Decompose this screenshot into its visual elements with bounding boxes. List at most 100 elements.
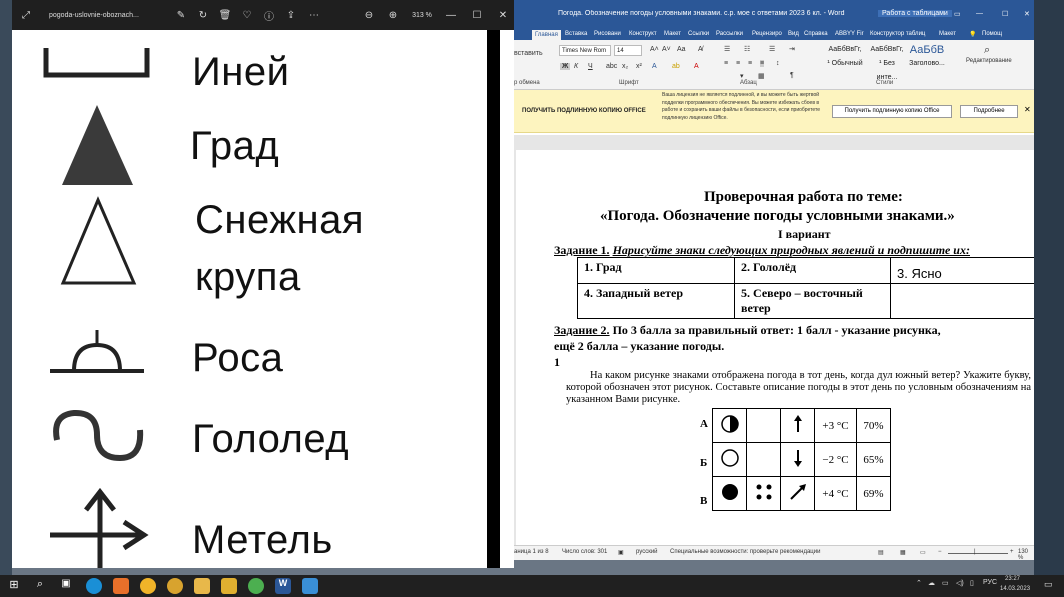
focus-icon[interactable]: ▤	[878, 549, 884, 556]
style-normal[interactable]: АаБбВвГг, ¹ Обычный	[826, 43, 864, 71]
clear-format-icon[interactable]: A̸	[698, 46, 703, 53]
zoom-slider[interactable]	[948, 553, 1008, 554]
zoom-in-button[interactable]: +	[1010, 549, 1014, 555]
favorite-icon[interactable]: ♡	[240, 0, 254, 30]
zoom-out-icon[interactable]: ⊖	[362, 0, 376, 30]
change-case-icon[interactable]: Aa	[677, 46, 686, 53]
word-maximize-icon[interactable]: ☐	[1002, 10, 1008, 18]
table1-cell[interactable]: 4. Западный ветер	[577, 283, 735, 319]
underline-icon[interactable]: Ч	[588, 63, 593, 70]
ribbon-display-icon[interactable]: ▭	[954, 10, 961, 18]
paste-button[interactable]: вставить	[514, 50, 543, 57]
status-page[interactable]: аница 1 из 8	[514, 549, 549, 555]
share-icon[interactable]: ⇪	[284, 0, 298, 30]
print-layout-icon[interactable]: ▦	[900, 549, 906, 556]
numbering-icon[interactable]: ☷	[744, 45, 750, 53]
status-words[interactable]: Число слов: 301	[562, 549, 607, 555]
edit-icon[interactable]: ✎	[174, 0, 188, 30]
edge-icon[interactable]	[86, 578, 102, 594]
strikethrough-icon[interactable]: abc	[606, 63, 617, 70]
tab-references[interactable]: Ссылки	[688, 31, 709, 37]
proofing-icon[interactable]: ▣	[618, 549, 624, 556]
cloud-icon[interactable]: ☁	[928, 579, 935, 587]
maximize-icon[interactable]: ☐	[470, 0, 484, 30]
minimize-icon[interactable]: —	[444, 0, 458, 30]
table1-cell[interactable]: 1. Град	[577, 257, 735, 284]
pilcrow-icon[interactable]: ¶	[790, 72, 794, 79]
notifications-icon[interactable]: ▭	[1044, 579, 1053, 590]
italic-icon[interactable]: К	[574, 63, 578, 70]
network-icon[interactable]: ▭	[942, 579, 949, 587]
multilevel-list-icon[interactable]: ☰	[769, 45, 775, 53]
font-size-box[interactable]: 14	[614, 45, 642, 56]
app-icon-2[interactable]	[140, 578, 156, 594]
word-minimize-icon[interactable]: —	[976, 10, 983, 17]
style-no-spacing[interactable]: АаБбВвГг, ¹ Без инте...	[868, 43, 906, 81]
table1-cell[interactable]: 2. Гололёд	[734, 257, 891, 284]
help-search[interactable]: Помощ	[982, 31, 1002, 37]
style-heading[interactable]: АаБбВ Заголово...	[908, 43, 946, 71]
status-accessibility[interactable]: Специальные возможности: проверьте реком…	[670, 549, 820, 555]
zoom-out-button[interactable]: −	[938, 549, 942, 555]
windows-start-icon[interactable]: ⊞	[6, 578, 22, 594]
chrome-icon[interactable]	[248, 578, 264, 594]
chevron-up-icon[interactable]: ⌃	[916, 579, 922, 587]
photos-icon[interactable]	[302, 578, 318, 594]
tab-layout[interactable]: Макет	[664, 31, 681, 37]
line-spacing-icon[interactable]: ↕	[776, 60, 780, 67]
tab-design[interactable]: Конструкт	[629, 31, 657, 37]
get-genuine-button[interactable]: Получить подлинную копию Office	[832, 105, 952, 118]
license-close-icon[interactable]: ✕	[1024, 105, 1031, 114]
tab-table-design[interactable]: Конструктор таблиц	[870, 31, 925, 37]
align-left-icon[interactable]: ≡	[724, 60, 728, 67]
tab-home[interactable]: Главная	[532, 30, 561, 40]
editing-button[interactable]: Редактирование	[966, 58, 1012, 64]
clock-time[interactable]: 23:27	[1005, 576, 1020, 582]
word-close-icon[interactable]: ✕	[1024, 10, 1030, 18]
input-lang[interactable]: РУС	[983, 579, 997, 586]
battery-icon[interactable]: ▯	[970, 579, 974, 587]
close-icon[interactable]: ✕	[496, 0, 510, 30]
highlight-icon[interactable]: ab	[672, 63, 680, 70]
search-icon[interactable]: ⌕	[32, 578, 48, 594]
align-center-icon[interactable]: ≡	[736, 60, 740, 67]
word-icon[interactable]: W	[275, 578, 291, 594]
shading-icon[interactable]: ▾	[740, 72, 744, 80]
tab-mailings[interactable]: Рассылки	[716, 31, 743, 37]
file-explorer-icon[interactable]	[194, 578, 210, 594]
tab-review[interactable]: Рецензиро	[752, 31, 782, 37]
delete-icon[interactable]: 🗑	[218, 0, 232, 30]
bold-icon[interactable]: Ж	[560, 63, 571, 70]
tab-insert[interactable]: Вставка	[565, 31, 587, 37]
zoom-slider-thumb[interactable]: |	[974, 549, 976, 555]
text-effects-icon[interactable]: A	[652, 63, 657, 70]
info-icon[interactable]: ⓘ	[262, 0, 276, 30]
table1-cell[interactable]: 5. Северо – восточный ветер	[734, 283, 891, 319]
zoom-in-icon[interactable]: ⊕	[386, 0, 400, 30]
shrink-font-icon[interactable]: A˅	[662, 46, 671, 53]
status-lang[interactable]: русский	[636, 549, 658, 555]
align-right-icon[interactable]: ≡	[748, 60, 752, 67]
status-zoom[interactable]: 130 %	[1018, 549, 1034, 560]
table1-cell[interactable]	[890, 283, 1034, 319]
font-name-box[interactable]: Times New Rom	[559, 45, 611, 56]
table1-cell[interactable]: 3. Ясно	[890, 257, 1034, 284]
app-icon-1[interactable]	[113, 578, 129, 594]
tab-abbyy[interactable]: ABBYY Fir	[835, 31, 864, 37]
tab-help[interactable]: Справка	[804, 31, 828, 37]
find-icon[interactable]: ⌕	[984, 44, 990, 57]
tab-draw[interactable]: Рисовани	[594, 31, 621, 37]
subscript-icon[interactable]: x₂	[622, 63, 628, 70]
lightbulb-icon[interactable]: 💡	[969, 31, 976, 38]
grow-font-icon[interactable]: A˄	[650, 46, 659, 53]
document-page[interactable]: Проверочная работа по теме: «Погода. Обо…	[516, 150, 1034, 545]
indent-icon[interactable]: ⇥	[789, 45, 795, 53]
app-icon-3[interactable]	[167, 578, 183, 594]
tab-view[interactable]: Вид	[788, 31, 799, 37]
task-view-icon[interactable]: ▣	[58, 578, 74, 594]
clock-date[interactable]: 14.03.2023	[1000, 586, 1030, 592]
app-icon-4[interactable]	[221, 578, 237, 594]
volume-icon[interactable]: ◁)	[956, 579, 964, 587]
more-icon[interactable]: ⋯	[306, 0, 322, 30]
rotate-icon[interactable]: ↻	[196, 0, 210, 30]
